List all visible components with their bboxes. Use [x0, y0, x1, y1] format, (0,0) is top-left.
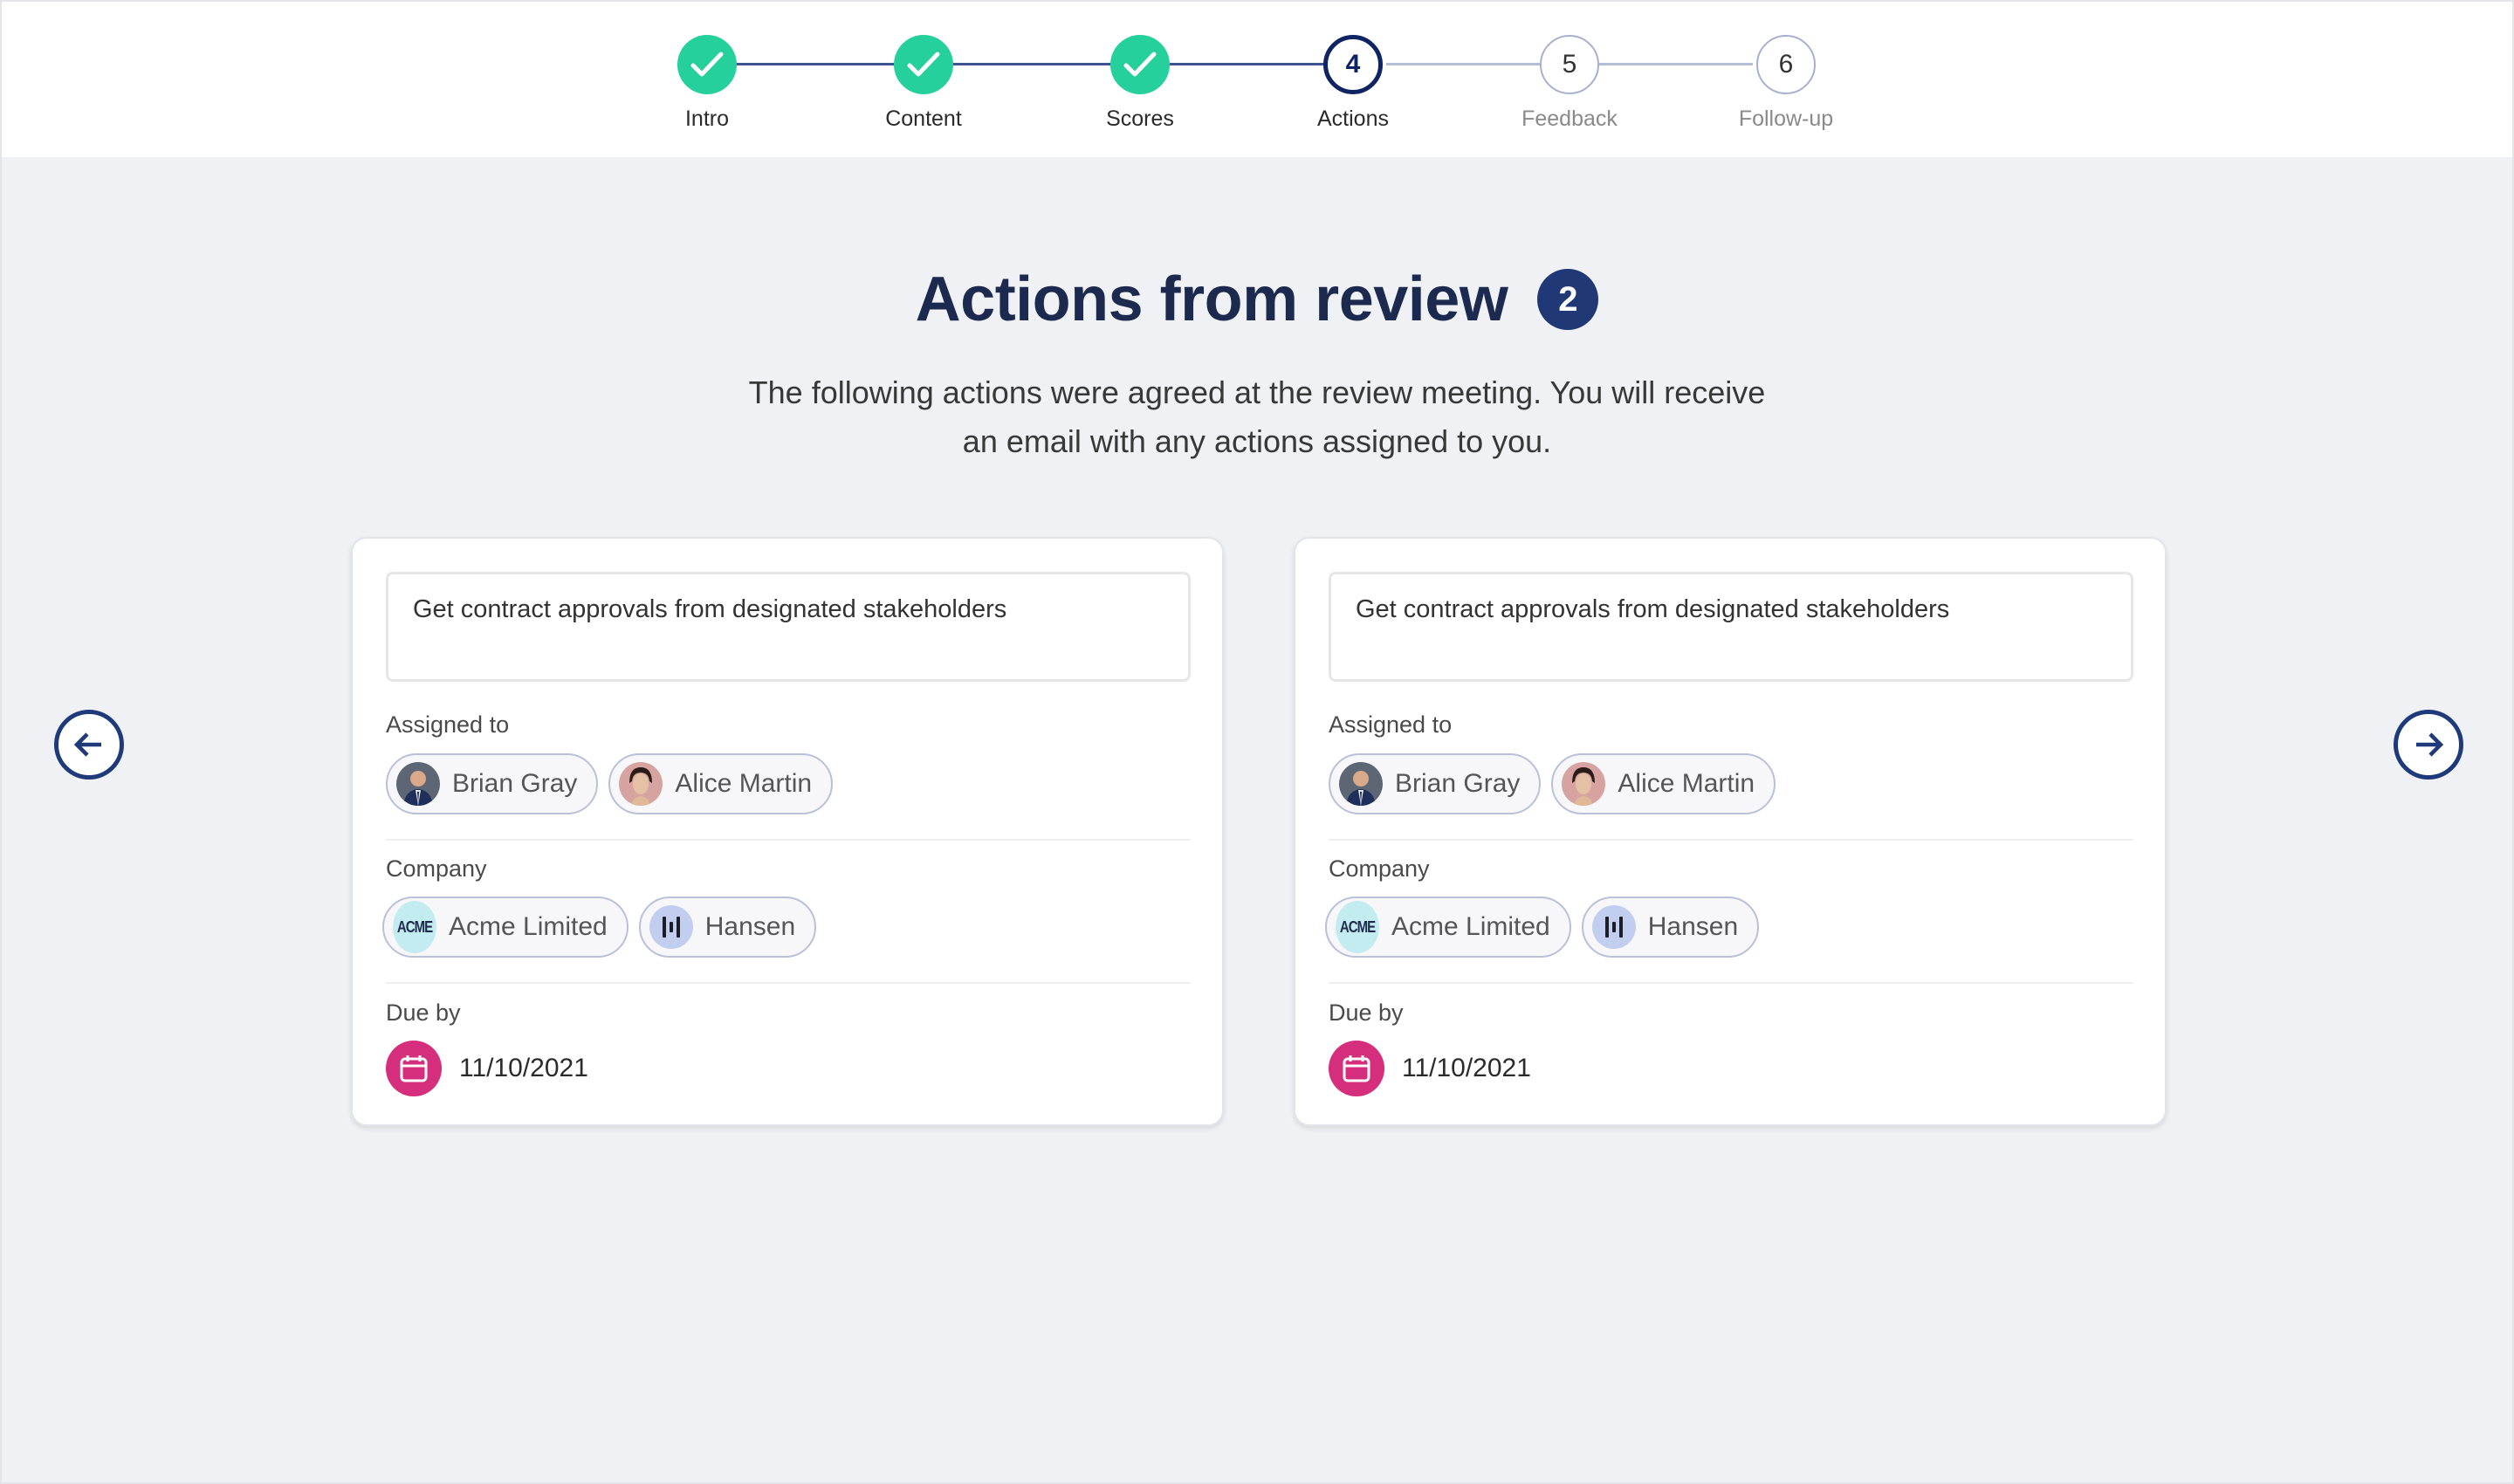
- due-date-row: 11/10/2021: [1329, 1041, 1531, 1096]
- step-label: Content: [885, 106, 962, 131]
- avatar-alice-martin: [1562, 762, 1606, 806]
- step-label: Scores: [1106, 106, 1174, 131]
- check-icon: [894, 35, 953, 94]
- due-date: 11/10/2021: [1402, 1054, 1531, 1082]
- divider: [1329, 839, 2133, 841]
- check-icon: [1110, 35, 1170, 94]
- divider: [386, 839, 1191, 841]
- step-number: 5: [1540, 35, 1599, 94]
- assignee-name: Brian Gray: [1395, 769, 1521, 798]
- due-date-row: 11/10/2021: [386, 1041, 588, 1096]
- due-by-label: Due by: [386, 1000, 461, 1026]
- step-label: Actions: [1317, 106, 1389, 131]
- subtitle-line: The following actions were agreed at the…: [748, 374, 1766, 410]
- assigned-to-label: Assigned to: [1329, 711, 1453, 738]
- progress-stepper-bar: Intro Content Scores 4 Actions 5 Feedbac…: [2, 2, 2512, 157]
- subtitle-line: an email with any actions assigned to yo…: [962, 423, 1552, 459]
- assignee-chip[interactable]: Alice Martin: [1551, 753, 1776, 814]
- company-chip[interactable]: Hansen: [1581, 897, 1760, 958]
- step-content[interactable]: Content: [836, 35, 1011, 132]
- arrow-left-icon: [73, 732, 101, 757]
- company-name: Acme Limited: [449, 912, 608, 941]
- action-card: Get contract approvals from designated s…: [351, 537, 1224, 1126]
- check-icon: [677, 35, 737, 94]
- bars-logo-icon: [649, 905, 693, 949]
- assignee-list: Brian Gray Alice Martin: [386, 753, 834, 814]
- company-name: Acme Limited: [1391, 912, 1550, 941]
- company-chip[interactable]: ACME Acme Limited: [382, 897, 628, 958]
- step-follow-up[interactable]: 6 Follow-up: [1699, 35, 1873, 132]
- step-label: Intro: [684, 106, 730, 131]
- action-count-badge: 2: [1537, 269, 1599, 330]
- due-by-label: Due by: [1329, 1000, 1404, 1026]
- company-name: Hansen: [704, 912, 796, 941]
- acme-logo-icon: ACME: [393, 901, 436, 953]
- previous-button[interactable]: [54, 710, 124, 780]
- calendar-icon: [386, 1041, 442, 1096]
- avatar-brian-gray: [1339, 762, 1383, 806]
- assignee-name: Alice Martin: [1618, 769, 1755, 798]
- assignee-list: Brian Gray Alice Martin: [1329, 753, 1776, 814]
- action-description[interactable]: Get contract approvals from designated s…: [386, 572, 1191, 682]
- company-label: Company: [1329, 855, 1430, 882]
- step-label: Feedback: [1521, 106, 1618, 131]
- arrow-right-icon: [2416, 732, 2444, 757]
- assigned-to-label: Assigned to: [386, 711, 510, 738]
- assignee-chip[interactable]: Brian Gray: [1329, 753, 1542, 814]
- step-actions[interactable]: 4 Actions: [1266, 35, 1440, 132]
- page-subtitle: The following actions were agreed at the…: [2, 368, 2512, 466]
- page-heading: Actions from review 2: [2, 264, 2512, 335]
- avatar-alice-martin: [619, 762, 663, 806]
- next-button[interactable]: [2394, 710, 2463, 780]
- company-chip[interactable]: ACME Acme Limited: [1325, 897, 1571, 958]
- company-list: ACME Acme Limited Hansen: [1325, 897, 1760, 958]
- step-number: 4: [1323, 35, 1383, 94]
- step-number: 6: [1756, 35, 1816, 94]
- step-feedback[interactable]: 5 Feedback: [1482, 35, 1657, 132]
- progress-stepper: Intro Content Scores 4 Actions 5 Feedbac…: [2, 2, 2512, 157]
- step-intro[interactable]: Intro: [620, 35, 794, 132]
- bars-logo-icon: [1591, 905, 1636, 949]
- divider: [386, 982, 1191, 984]
- company-name: Hansen: [1647, 912, 1739, 941]
- company-list: ACME Acme Limited Hansen: [382, 897, 817, 958]
- assignee-chip[interactable]: Alice Martin: [608, 753, 834, 814]
- action-card: Get contract approvals from designated s…: [1294, 537, 2167, 1126]
- assignee-name: Brian Gray: [452, 769, 578, 798]
- acme-logo-icon: ACME: [1336, 901, 1379, 953]
- company-label: Company: [386, 855, 487, 882]
- page-title: Actions from review: [915, 265, 1508, 334]
- assignee-chip[interactable]: Brian Gray: [386, 753, 599, 814]
- divider: [1329, 982, 2133, 984]
- avatar-brian-gray: [396, 762, 440, 806]
- assignee-name: Alice Martin: [675, 769, 813, 798]
- step-label: Follow-up: [1738, 106, 1834, 131]
- company-chip[interactable]: Hansen: [638, 897, 817, 958]
- action-description[interactable]: Get contract approvals from designated s…: [1329, 572, 2133, 682]
- calendar-icon: [1329, 1041, 1384, 1096]
- step-scores[interactable]: Scores: [1053, 35, 1227, 132]
- due-date: 11/10/2021: [459, 1054, 588, 1082]
